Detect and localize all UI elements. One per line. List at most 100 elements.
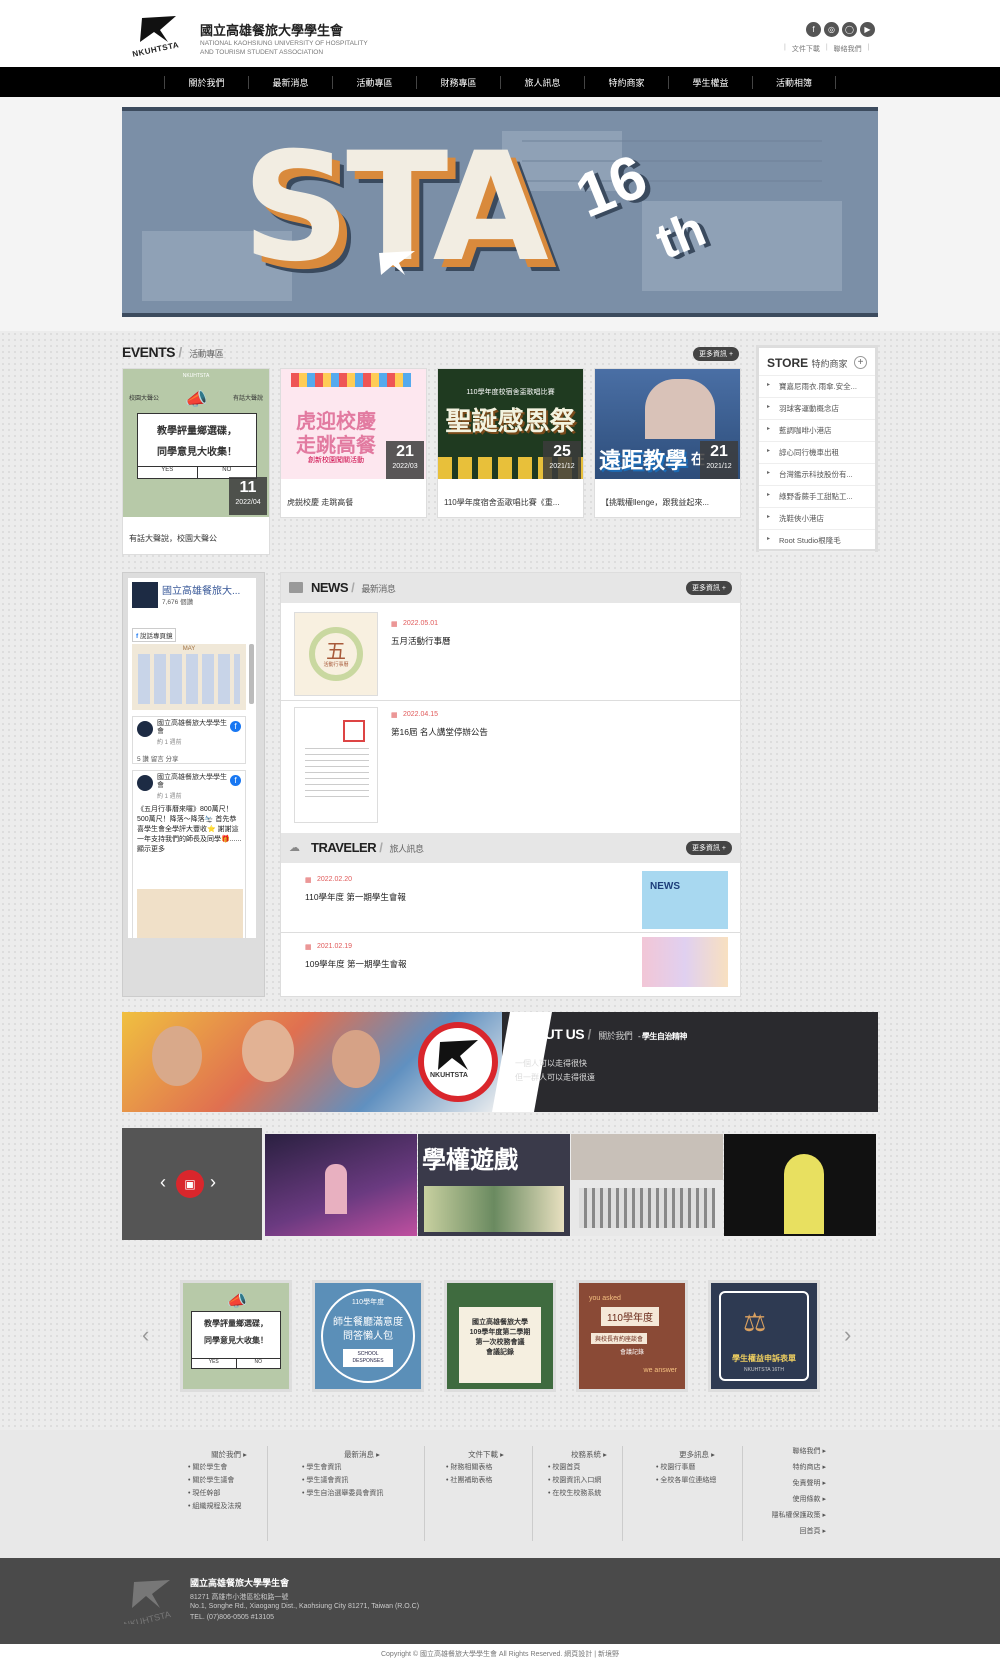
footer-link[interactable]: • 校園首頁 xyxy=(548,1461,630,1474)
store-item[interactable]: 綠野香蕨手工甜點工... xyxy=(759,486,875,508)
traveler-item[interactable]: ▦ 2022.02.20 110學年度 第一期學生會報 NEWS xyxy=(281,865,740,933)
line-icon[interactable]: ◯ xyxy=(842,22,857,37)
footer-link[interactable]: 回首頁 ▸ xyxy=(744,1524,826,1540)
fb-post-text: 《五月行事曆來囉》800萬尺！500萬尺！降落～降落🛬 首先恭喜學生會全學評大豐… xyxy=(137,806,242,853)
footer-link[interactable]: • 關於學生會 xyxy=(188,1461,270,1474)
about-banner[interactable]: NKUHTSTA ABOUT US / 關於我們 - 學生自治精神 一個人可以走… xyxy=(122,1012,878,1112)
carousel-text: 問答懶人包 xyxy=(343,1331,393,1342)
footer-link[interactable]: • 學生議會資訊 xyxy=(302,1474,422,1487)
nav-events[interactable]: 活動專區 xyxy=(332,75,416,89)
instagram-icon[interactable]: ◎ xyxy=(824,22,839,37)
traveler-thumb-tag: NEWS xyxy=(650,881,680,892)
gallery-photo[interactable] xyxy=(724,1134,876,1236)
event-card[interactable]: 虎迎校慶 走跳高餐 創新校園闖關活動 21 2022/03 虎鋭校慶 走跳高餐 xyxy=(280,368,427,518)
footer-link[interactable]: 隱私權保護政策 ▸ xyxy=(744,1508,826,1524)
traveler-more-button[interactable]: 更多資訊 + xyxy=(685,841,732,855)
download-link[interactable]: 文件下載 xyxy=(792,44,820,54)
event-card[interactable]: 110學年度校宿舍盃歌唱比賽 聖誕感恩祭 25 2021/12 110學年度宿舍盃… xyxy=(437,368,584,518)
news-item[interactable]: ▦ 2022.04.15 第16屆 名人講堂停辦公告 xyxy=(281,701,740,829)
nav-rights[interactable]: 學生權益 xyxy=(668,75,752,89)
store-item[interactable]: 藍調咖啡小港店 xyxy=(759,420,875,442)
subtitle-line-2: AND TOURISM STUDENT ASSOCIATION xyxy=(200,49,324,56)
footer-link[interactable]: • 校園行事曆 xyxy=(656,1461,738,1474)
carousel-item[interactable]: ⚖ 學生權益申訴表單 NKUHTSTA 16TH xyxy=(708,1280,820,1392)
footer-link[interactable]: • 組織規程及法規 xyxy=(188,1500,270,1513)
store-item[interactable]: Root Studio根隆毛 xyxy=(759,530,875,552)
fb-page-name[interactable]: 國立高雄餐旅大... xyxy=(162,582,240,597)
footer-link[interactable]: • 學生自治選舉委員會資訊 xyxy=(302,1487,422,1500)
contact-link[interactable]: 聯絡我們 xyxy=(834,44,862,54)
footer-link[interactable]: • 學生會資訊 xyxy=(302,1461,422,1474)
footer-link[interactable]: • 校園資訊入口網 xyxy=(548,1474,630,1487)
carousel-text: 學生權益申訴表單 xyxy=(732,1354,796,1363)
traveler-item[interactable]: ▦ 2021.02.19 109學年度 第一期學生會報 xyxy=(281,933,740,995)
footer-link[interactable]: • 社團補助表格 xyxy=(446,1474,526,1487)
carousel-item[interactable]: 國立高雄餐旅大學 109學年度第二學期 第一次校務會議 會議記錄 xyxy=(444,1280,556,1392)
footer-links: 關於我們 ▸ • 關於學生會 • 關於學生議會 • 現任幹部 • 組織規程及法規… xyxy=(0,1430,1000,1558)
footer-link[interactable]: • 關於學生議會 xyxy=(188,1474,270,1487)
footer-col-head[interactable]: 文件下載 ▸ xyxy=(446,1448,526,1461)
nav-traveler[interactable]: 旅人訊息 xyxy=(500,75,584,89)
events-more-button[interactable]: 更多資訊 + xyxy=(693,347,740,361)
footer-col-head[interactable]: 校務系統 ▸ xyxy=(548,1448,630,1461)
footer-link[interactable]: • 財務相關表格 xyxy=(446,1461,526,1474)
footer-divider xyxy=(742,1446,743,1541)
nav-albums[interactable]: 活動相簿 xyxy=(752,75,836,89)
chevron-right-icon[interactable]: › xyxy=(844,1322,851,1348)
news-title-text[interactable]: 第16屆 名人講堂停辦公告 xyxy=(391,726,488,738)
fb-post-avatar xyxy=(137,775,153,791)
store-item[interactable]: 羽球客運動概念店 xyxy=(759,398,875,420)
footer-logo: NKUHTSTA xyxy=(123,1580,172,1624)
event-card[interactable]: NKUHTSTA 校園大聲公 有話大聲說 📣 教學評量鄉選碟， 同學意見大收集！… xyxy=(122,368,270,555)
footer-link[interactable]: 聯絡我們 ▸ xyxy=(744,1444,826,1460)
footer-col-news: 最新消息 ▸ • 學生會資訊 • 學生議會資訊 • 學生自治選舉委員會資訊 xyxy=(302,1448,422,1500)
chevron-left-icon[interactable]: ‹ xyxy=(142,1322,149,1348)
fb-post-1[interactable]: 國立高雄餐旅大學學生會 f 約 1 週前 5 讚 留言 分享 xyxy=(132,716,246,764)
gallery-photo[interactable]: 學權遊戲 xyxy=(418,1134,570,1236)
footer-col-head[interactable]: 最新消息 ▸ xyxy=(302,1448,422,1461)
footer-col-about: 關於我們 ▸ • 關於學生會 • 關於學生議會 • 現任幹部 • 組織規程及法規 xyxy=(188,1448,270,1513)
site-title[interactable]: 國立高雄餐旅大學學生會 xyxy=(200,20,343,39)
site-logo[interactable]: NKUHTSTA xyxy=(130,12,188,60)
fb-scrollbar[interactable] xyxy=(249,644,254,704)
store-item[interactable]: 諄心同行機車出租 xyxy=(759,442,875,464)
footer-col-more: 更多訊息 ▸ • 校園行事曆 • 全校各單位連絡總 xyxy=(656,1448,738,1487)
store-item[interactable]: 寶嘉尼雨衣.雨傘.安全... xyxy=(759,376,875,398)
hero-banner[interactable]: STA 16 th xyxy=(122,107,878,317)
fb-post-2[interactable]: 國立高雄餐旅大學學生會 f 約 1 週前 《五月行事曆來囉》800萬尺！500萬… xyxy=(132,770,246,938)
traveler-title-text[interactable]: 110學年度 第一期學生會報 xyxy=(305,891,406,903)
news-more-button[interactable]: 更多資訊 + xyxy=(685,581,732,595)
chevron-left-icon[interactable]: ‹ xyxy=(160,1172,166,1193)
carousel-item[interactable]: 110學年度 師生餐廳滿意度 問答懶人包 SCHOOL DESPONSES xyxy=(312,1280,424,1392)
footer-link[interactable]: • 全校各單位連絡總 xyxy=(656,1474,738,1487)
store-heading: STORE 特約商家 + xyxy=(759,348,875,376)
plus-icon[interactable]: + xyxy=(854,356,867,369)
footer-link[interactable]: • 現任幹部 xyxy=(188,1487,270,1500)
gallery-photo[interactable] xyxy=(571,1134,723,1236)
store-item[interactable]: 洗鞋俠小港店 xyxy=(759,508,875,530)
news-title-text[interactable]: 五月活動行事曆 xyxy=(391,635,451,647)
fb-post-actions[interactable]: 5 讚 留言 分享 xyxy=(137,753,179,763)
news-item[interactable]: 五 活動行事曆 ▦ 2022.05.01 五月活動行事曆 xyxy=(281,608,740,701)
event-card[interactable]: 遠距教學 在 21 2021/12 【挑戰權llenge，跟我益起來... xyxy=(594,368,741,518)
carousel-item[interactable]: you asked 110學年度 與校長有約座談會 會議記錄 we answer xyxy=(576,1280,688,1392)
chevron-right-icon[interactable]: › xyxy=(210,1172,216,1193)
store-item[interactable]: 台灣鑑示科技股份有... xyxy=(759,464,875,486)
footer-link[interactable]: 特約商店 ▸ xyxy=(744,1460,826,1476)
footer-link[interactable]: 使用條款 ▸ xyxy=(744,1492,826,1508)
footer-col-head[interactable]: 關於我們 ▸ xyxy=(188,1448,270,1461)
footer-col-head[interactable]: 更多訊息 ▸ xyxy=(656,1448,738,1461)
nav-stores[interactable]: 特約商家 xyxy=(584,75,668,89)
nav-news[interactable]: 最新消息 xyxy=(248,75,332,89)
nav-finance[interactable]: 財務專區 xyxy=(416,75,500,89)
gallery-photo[interactable] xyxy=(265,1134,417,1236)
footer-link[interactable]: • 在校生校務系統 xyxy=(548,1487,630,1500)
traveler-title-text[interactable]: 109學年度 第一期學生會報 xyxy=(305,958,407,970)
nav-about[interactable]: 關於我們 xyxy=(164,75,248,89)
carousel-item[interactable]: 📣 教學評量鄉選碟， 同學意見大收集！ YES NO xyxy=(180,1280,292,1392)
album-icon[interactable]: ▣ xyxy=(176,1170,204,1198)
facebook-embed[interactable]: 國立高雄餐旅大... 7,676 個讚 f 說話專頁鏡 MAY 國立高雄餐旅大學… xyxy=(128,578,256,938)
youtube-icon[interactable]: ▶ xyxy=(860,22,875,37)
facebook-icon[interactable]: f xyxy=(806,22,821,37)
footer-link[interactable]: 免責聲明 ▸ xyxy=(744,1476,826,1492)
